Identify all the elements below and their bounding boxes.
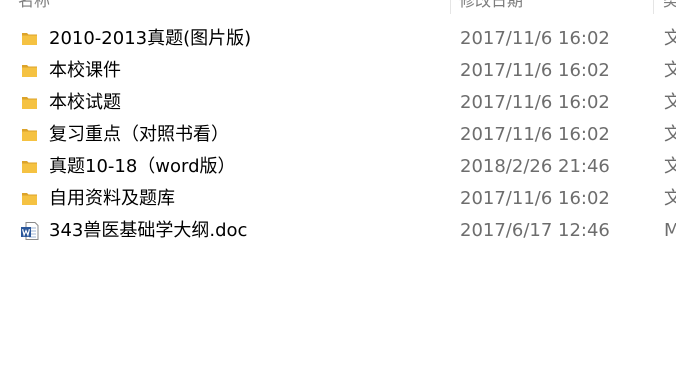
column-header-bar: 名称 修改日期 类型 xyxy=(0,0,676,14)
file-row[interactable]: 343兽医基础学大纲.doc 2017/6/17 12:46 M xyxy=(0,215,676,247)
file-row[interactable]: 本校试题 2017/11/6 16:02 文 xyxy=(0,87,676,119)
file-row[interactable]: 2010-2013真题(图片版) 2017/11/6 16:02 文 xyxy=(0,23,676,55)
file-date-modified: 2017/11/6 16:02 xyxy=(460,60,610,81)
file-name: 本校试题 xyxy=(49,92,121,113)
column-header-name[interactable]: 名称 xyxy=(18,0,50,11)
file-row[interactable]: 复习重点（对照书看） 2017/11/6 16:02 文 xyxy=(0,119,676,151)
file-row[interactable]: 自用资料及题库 2017/11/6 16:02 文 xyxy=(0,183,676,215)
column-header-type[interactable]: 类型 xyxy=(663,0,676,11)
column-divider[interactable] xyxy=(653,0,654,14)
file-name: 2010-2013真题(图片版) xyxy=(49,28,252,49)
file-type: 文 xyxy=(664,92,676,113)
file-name: 343兽医基础学大纲.doc xyxy=(49,220,248,241)
column-divider[interactable] xyxy=(450,0,451,14)
folder-icon xyxy=(20,125,40,145)
folder-icon xyxy=(20,189,40,209)
file-date-modified: 2018/2/26 21:46 xyxy=(460,156,610,177)
column-header-date-modified[interactable]: 修改日期 xyxy=(459,0,523,11)
file-date-modified: 2017/6/17 12:46 xyxy=(460,220,610,241)
file-type: 文 xyxy=(664,60,676,81)
file-name: 复习重点（对照书看） xyxy=(49,124,229,145)
folder-icon xyxy=(20,157,40,177)
file-date-modified: 2017/11/6 16:02 xyxy=(460,124,610,145)
file-date-modified: 2017/11/6 16:02 xyxy=(460,188,610,209)
file-list: 2010-2013真题(图片版) 2017/11/6 16:02 文 本校课件 … xyxy=(0,23,676,247)
file-type: 文 xyxy=(664,156,676,177)
file-name: 自用资料及题库 xyxy=(49,188,175,209)
file-type: 文 xyxy=(664,28,676,49)
file-type: 文 xyxy=(664,124,676,145)
file-row[interactable]: 真题10-18（word版） 2018/2/26 21:46 文 xyxy=(0,151,676,183)
folder-icon xyxy=(20,61,40,81)
file-name: 真题10-18（word版） xyxy=(49,156,236,177)
word-document-icon xyxy=(20,221,40,241)
file-row[interactable]: 本校课件 2017/11/6 16:02 文 xyxy=(0,55,676,87)
folder-icon xyxy=(20,29,40,49)
folder-icon xyxy=(20,93,40,113)
file-name: 本校课件 xyxy=(49,60,121,81)
file-date-modified: 2017/11/6 16:02 xyxy=(460,92,610,113)
file-date-modified: 2017/11/6 16:02 xyxy=(460,28,610,49)
file-type: M xyxy=(664,220,676,241)
file-type: 文 xyxy=(664,188,676,209)
